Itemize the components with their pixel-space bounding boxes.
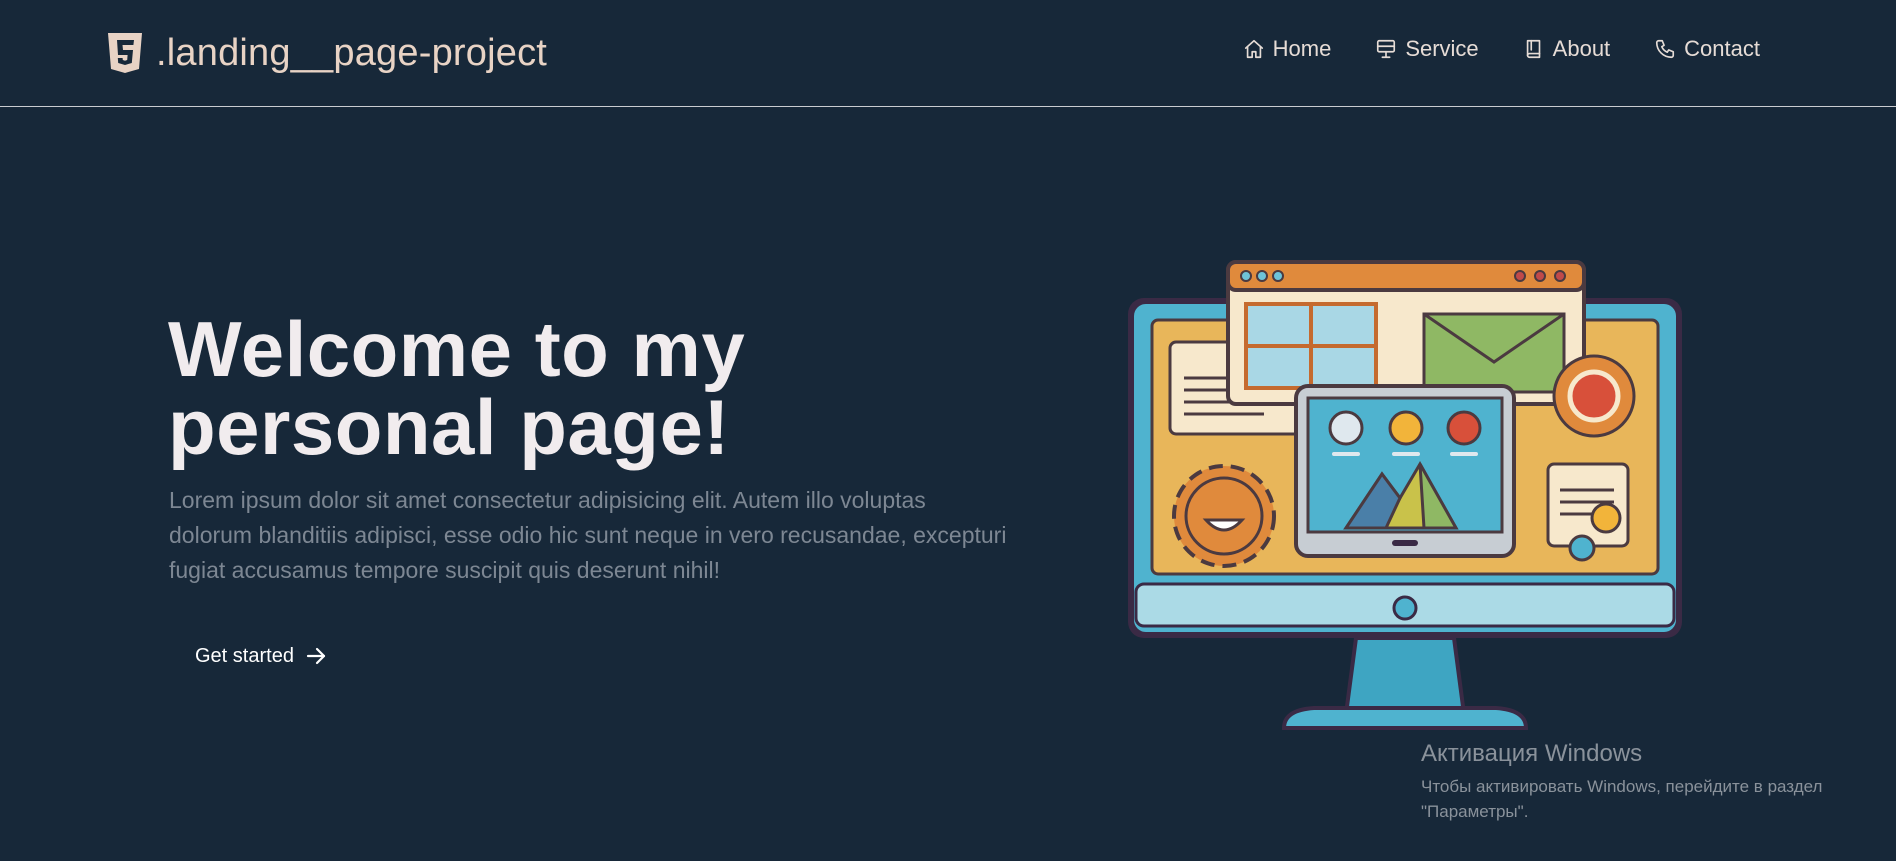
nav-item-contact[interactable]: Contact bbox=[1654, 36, 1760, 62]
site-header: .landing__page-project Home Service Abou… bbox=[0, 0, 1896, 107]
phone-icon bbox=[1656, 39, 1675, 59]
nav-item-service[interactable]: Service bbox=[1375, 36, 1479, 62]
brand-logo-link[interactable]: .landing__page-project bbox=[106, 28, 547, 78]
get-started-label: Get started bbox=[195, 644, 294, 667]
arrow-right-icon bbox=[306, 647, 326, 665]
home-icon bbox=[1244, 39, 1263, 59]
activation-title: Активация Windows bbox=[1421, 740, 1643, 767]
nav-item-about[interactable]: About bbox=[1523, 36, 1611, 62]
hero-title: Welcome to my personal page! bbox=[168, 305, 746, 471]
nav-item-label: Contact bbox=[1684, 36, 1760, 61]
html5-icon bbox=[108, 33, 142, 73]
get-started-button[interactable]: Get started bbox=[195, 644, 328, 668]
activation-text: Чтобы активировать Windows, перейдите в … bbox=[1421, 777, 1823, 821]
hero-description: Lorem ipsum dolor sit amet consectetur a… bbox=[169, 487, 1007, 583]
book-icon bbox=[1526, 39, 1540, 59]
monitor-icon bbox=[1377, 39, 1396, 59]
windows-activation-watermark: Активация Windows Чтобы активировать Win… bbox=[1421, 740, 1861, 824]
nav-item-label: About bbox=[1552, 36, 1611, 61]
nav-item-home[interactable]: Home bbox=[1243, 36, 1332, 62]
brand-name: .landing__page-project bbox=[156, 31, 548, 74]
nav-item-label: Service bbox=[1405, 36, 1479, 61]
nav-item-label: Home bbox=[1272, 36, 1332, 61]
computer-monitor-illustration bbox=[1128, 260, 1682, 730]
main-nav: Home Service About Contact bbox=[1243, 36, 1760, 62]
